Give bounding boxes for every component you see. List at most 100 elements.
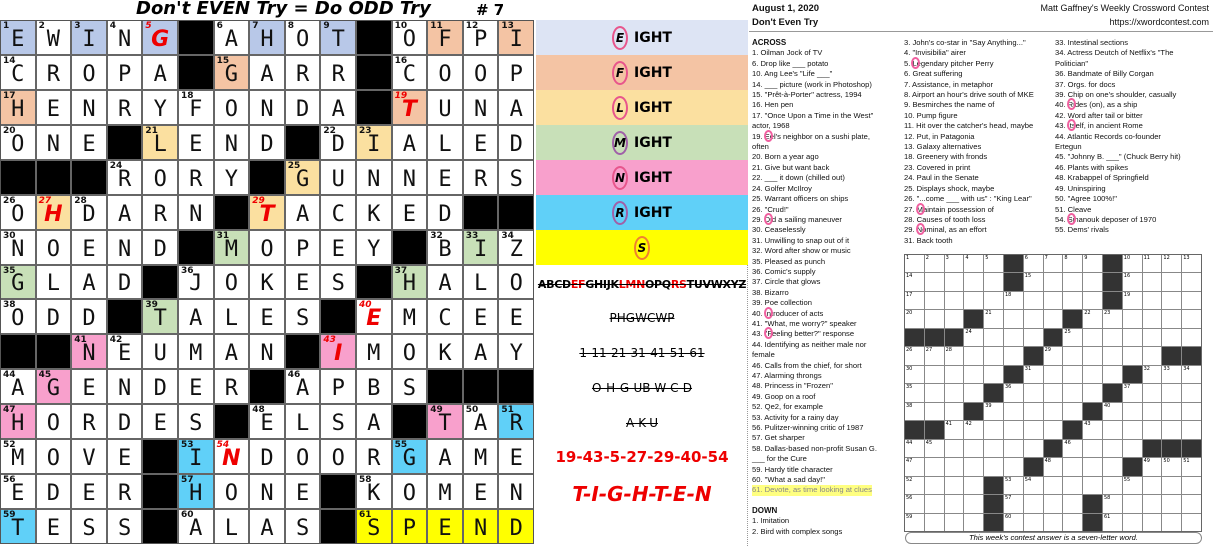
mini-grid-cell[interactable]	[1043, 421, 1063, 439]
grid-cell[interactable]: A	[250, 55, 284, 89]
mini-grid-cell[interactable]	[1043, 291, 1063, 310]
mini-grid-cell[interactable]	[924, 291, 944, 310]
grid-cell[interactable]: 49 T	[428, 405, 462, 439]
grid-cell[interactable]: 25 G	[285, 160, 320, 194]
mini-grid-cell[interactable]: 5	[984, 255, 1003, 273]
grid-cell[interactable]: 42 E	[107, 335, 142, 369]
mini-grid-cell[interactable]: 35	[905, 384, 924, 402]
grid-cell[interactable]: A	[250, 510, 284, 543]
mini-grid-cell[interactable]	[984, 365, 1003, 384]
mini-grid-cell[interactable]	[944, 458, 964, 476]
mini-grid-cell[interactable]	[1043, 384, 1063, 402]
mini-grid-cell[interactable]	[1162, 384, 1182, 402]
mini-grid-cell[interactable]	[1142, 291, 1162, 310]
grid-cell[interactable]: P	[285, 230, 320, 264]
grid-cell[interactable]: M	[463, 440, 498, 474]
grid-cell[interactable]: 23 I	[356, 125, 391, 159]
grid-cell[interactable]: P	[392, 510, 427, 543]
grid-cell[interactable]: E	[321, 230, 355, 264]
mini-grid-cell[interactable]: 25	[1063, 328, 1083, 347]
mini-grid-cell[interactable]	[1122, 310, 1142, 328]
grid-cell[interactable]: 17 H	[1, 90, 35, 124]
grid-cell[interactable]: E	[392, 195, 427, 229]
grid-cell[interactable]: U	[143, 335, 177, 369]
grid-cell[interactable]: N	[499, 475, 533, 509]
grid-cell[interactable]: A	[356, 405, 391, 439]
mini-grid-cell[interactable]	[1122, 347, 1142, 365]
grid-cell[interactable]: O	[36, 440, 71, 474]
grid-cell[interactable]: D	[250, 440, 284, 474]
grid-cell[interactable]: 7H	[250, 21, 284, 54]
grid-cell[interactable]: 33 I	[463, 230, 498, 264]
grid-cell[interactable]: E	[428, 160, 462, 194]
grid-cell[interactable]: O	[214, 90, 249, 124]
grid-cell[interactable]: A	[285, 195, 320, 229]
grid-cell[interactable]: S	[72, 510, 106, 543]
mini-grid-cell[interactable]	[1043, 513, 1063, 531]
grid-cell[interactable]: E	[499, 440, 533, 474]
mini-grid-cell[interactable]	[1182, 513, 1201, 531]
grid-cell[interactable]: K	[250, 265, 284, 299]
grid-cell[interactable]: O	[392, 335, 427, 369]
mini-grid-cell[interactable]: 36	[1003, 384, 1023, 402]
grid-cell[interactable]: N	[250, 90, 284, 124]
mini-grid-cell[interactable]	[944, 310, 964, 328]
mini-grid-cell[interactable]	[1122, 328, 1142, 347]
grid-cell[interactable]: S	[499, 160, 533, 194]
grid-cell[interactable]: E	[72, 230, 106, 264]
grid-cell[interactable]: M	[178, 335, 213, 369]
grid-cell[interactable]: R	[107, 475, 142, 509]
grid-cell[interactable]: 48 E	[250, 405, 284, 439]
grid-cell[interactable]: O	[285, 440, 320, 474]
grid-cell[interactable]: 29 T	[250, 195, 284, 229]
grid-cell[interactable]: E	[250, 300, 284, 334]
grid-cell[interactable]: D	[285, 90, 320, 124]
grid-cell[interactable]: K	[428, 335, 462, 369]
mini-grid-cell[interactable]: 44	[905, 439, 924, 458]
grid-cell[interactable]: A	[321, 90, 355, 124]
mini-grid-cell[interactable]	[1023, 310, 1043, 328]
mini-grid-cell[interactable]: 46	[1063, 439, 1083, 458]
grid-cell[interactable]: N	[72, 90, 106, 124]
mini-grid-cell[interactable]	[944, 439, 964, 458]
grid-cell[interactable]: O	[72, 55, 106, 89]
mini-grid-cell[interactable]	[944, 476, 964, 495]
mini-grid-cell[interactable]	[1102, 439, 1122, 458]
mini-grid-cell[interactable]: 57	[1003, 495, 1023, 513]
grid-cell[interactable]: D	[36, 475, 71, 509]
mini-grid-cell[interactable]	[944, 273, 964, 291]
mini-grid-cell[interactable]	[944, 384, 964, 402]
mini-grid-cell[interactable]	[1162, 402, 1182, 421]
mini-grid-cell[interactable]: 40	[1102, 402, 1122, 421]
mini-grid-cell[interactable]	[1162, 495, 1182, 513]
mini-grid-cell[interactable]	[1083, 347, 1102, 365]
mini-grid-cell[interactable]	[1142, 495, 1162, 513]
mini-grid-cell[interactable]	[1182, 476, 1201, 495]
mini-grid-cell[interactable]	[1142, 421, 1162, 439]
mini-grid-cell[interactable]: 19	[1122, 291, 1142, 310]
grid-cell[interactable]: N	[107, 370, 142, 404]
mini-grid-cell[interactable]	[1063, 347, 1083, 365]
grid-cell[interactable]: 16 C	[392, 55, 427, 89]
grid-cell[interactable]: 1E	[1, 21, 35, 54]
grid-cell[interactable]: A	[72, 265, 106, 299]
mini-grid-cell[interactable]	[1182, 273, 1201, 291]
grid-cell[interactable]: M	[356, 335, 391, 369]
mini-grid-cell[interactable]: 21	[984, 310, 1003, 328]
grid-cell[interactable]: N	[463, 510, 498, 543]
grid-cell[interactable]: P	[499, 55, 533, 89]
mini-grid-cell[interactable]: 10	[1122, 255, 1142, 273]
grid-cell[interactable]: 58 K	[356, 475, 391, 509]
grid-cell[interactable]: 57 H	[178, 475, 213, 509]
grid-cell[interactable]: R	[72, 405, 106, 439]
grid-cell[interactable]: 55 G	[392, 440, 427, 474]
mini-grid-cell[interactable]: 1	[905, 255, 924, 273]
grid-cell[interactable]: E	[143, 405, 177, 439]
mini-grid-cell[interactable]: 17	[905, 291, 924, 310]
grid-cell[interactable]: 18 F	[178, 90, 213, 124]
mini-grid-cell[interactable]	[924, 365, 944, 384]
mini-grid-cell[interactable]	[944, 291, 964, 310]
grid-cell[interactable]: 21 L	[143, 125, 177, 159]
grid-cell[interactable]: N	[178, 195, 213, 229]
mini-grid-cell[interactable]	[1122, 439, 1142, 458]
